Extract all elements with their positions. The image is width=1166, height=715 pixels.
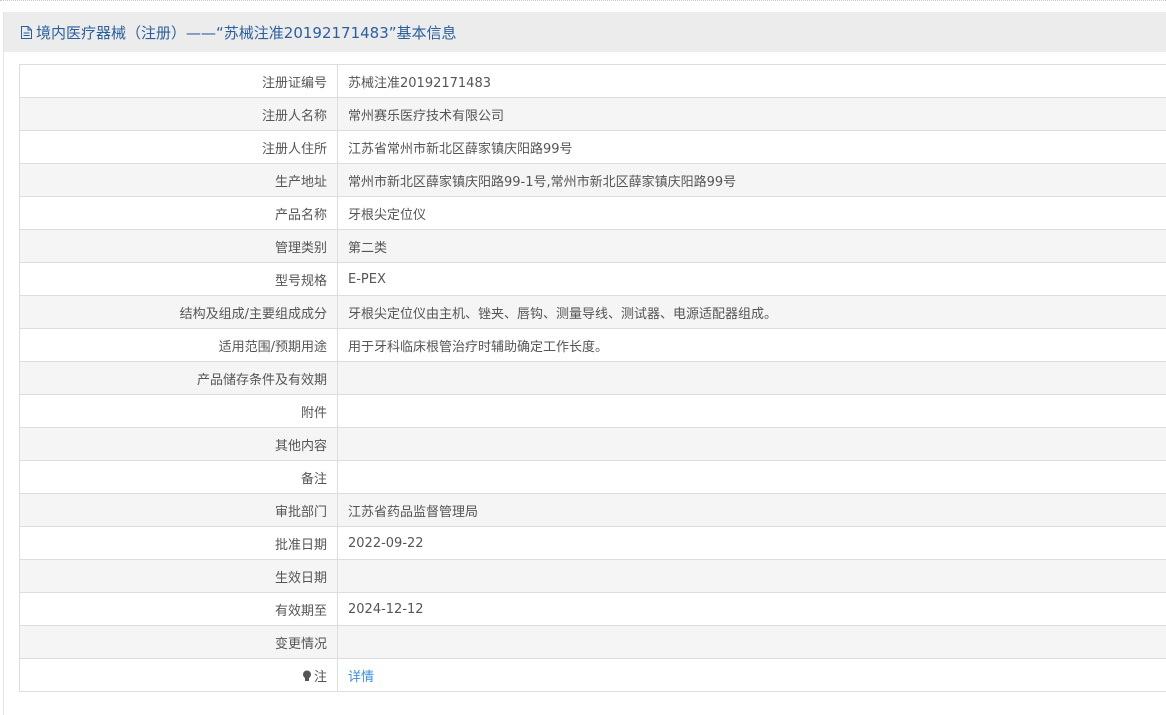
field-value: 常州市新北区薛家镇庆阳路99-1号,常州市新北区薛家镇庆阳路99号	[337, 163, 1166, 197]
details-link[interactable]: 详情	[348, 670, 374, 685]
field-value: 用于牙科临床根管治疗时辅助确定工作长度。	[337, 328, 1166, 362]
field-label: 批准日期	[19, 526, 338, 560]
field-value	[337, 361, 1166, 395]
table-row: 批准日期 2022-09-22	[19, 526, 1166, 560]
field-value: 牙根尖定位仪	[337, 196, 1166, 230]
field-value: 江苏省常州市新北区薛家镇庆阳路99号	[337, 130, 1166, 164]
field-label: 注册人住所	[19, 130, 338, 164]
note-label-cell: 注	[19, 658, 338, 692]
table-row: 产品名称 牙根尖定位仪	[19, 196, 1166, 230]
table-row: 注册人住所 江苏省常州市新北区薛家镇庆阳路99号	[19, 130, 1166, 164]
field-label: 注册人名称	[19, 97, 338, 131]
page-title-bar: 境内医疗器械（注册）——“苏械注准20192171483”基本信息	[4, 12, 1166, 52]
table-row: 审批部门 江苏省药品监督管理局	[19, 493, 1166, 527]
document-icon	[20, 25, 33, 40]
field-label: 其他内容	[19, 427, 338, 461]
field-label: 备注	[19, 460, 338, 494]
field-value: 第二类	[337, 229, 1166, 263]
note-row: 注 详情	[19, 658, 1166, 692]
table-row: 附件	[19, 394, 1166, 428]
left-border	[3, 12, 4, 715]
field-label: 有效期至	[19, 592, 338, 626]
top-dotted-divider	[0, 0, 1166, 2]
field-value	[337, 394, 1166, 428]
field-label: 附件	[19, 394, 338, 428]
table-row: 其他内容	[19, 427, 1166, 461]
note-value-cell: 详情	[337, 658, 1166, 692]
table-row: 备注	[19, 460, 1166, 494]
field-value: E-PEX	[337, 262, 1166, 296]
field-label: 审批部门	[19, 493, 338, 527]
field-label: 型号规格	[19, 262, 338, 296]
table-row: 注册证编号 苏械注准20192171483	[19, 64, 1166, 98]
field-label: 生效日期	[19, 559, 338, 593]
table-row: 适用范围/预期用途 用于牙科临床根管治疗时辅助确定工作长度。	[19, 328, 1166, 362]
field-label: 生产地址	[19, 163, 338, 197]
field-label: 管理类别	[19, 229, 338, 263]
field-label: 产品名称	[19, 196, 338, 230]
field-label: 产品储存条件及有效期	[19, 361, 338, 395]
page-title: 境内医疗器械（注册）——“苏械注准20192171483”基本信息	[36, 23, 457, 42]
field-value	[337, 460, 1166, 494]
field-value: 常州赛乐医疗技术有限公司	[337, 97, 1166, 131]
field-value: 江苏省药品监督管理局	[337, 493, 1166, 527]
field-value: 苏械注准20192171483	[337, 64, 1166, 98]
table-row: 有效期至 2024-12-12	[19, 592, 1166, 626]
lightbulb-icon	[302, 670, 312, 682]
table-row: 产品储存条件及有效期	[19, 361, 1166, 395]
field-label: 适用范围/预期用途	[19, 328, 338, 362]
table-row: 生效日期	[19, 559, 1166, 593]
field-value	[337, 427, 1166, 461]
table-row: 变更情况	[19, 625, 1166, 659]
table-row: 管理类别 第二类	[19, 229, 1166, 263]
field-value: 2022-09-22	[337, 526, 1166, 560]
table-row: 结构及组成/主要组成成分 牙根尖定位仪由主机、锉夹、唇钩、测量导线、测试器、电源…	[19, 295, 1166, 329]
field-value: 2024-12-12	[337, 592, 1166, 626]
info-table: 注册证编号 苏械注准20192171483 注册人名称 常州赛乐医疗技术有限公司…	[19, 64, 1166, 692]
field-value	[337, 625, 1166, 659]
field-label: 结构及组成/主要组成成分	[19, 295, 338, 329]
table-row: 注册人名称 常州赛乐医疗技术有限公司	[19, 97, 1166, 131]
field-label: 变更情况	[19, 625, 338, 659]
field-label: 注册证编号	[19, 64, 338, 98]
table-row: 型号规格 E-PEX	[19, 262, 1166, 296]
field-value: 牙根尖定位仪由主机、锉夹、唇钩、测量导线、测试器、电源适配器组成。	[337, 295, 1166, 329]
note-label: 注	[313, 669, 327, 685]
table-row: 生产地址 常州市新北区薛家镇庆阳路99-1号,常州市新北区薛家镇庆阳路99号	[19, 163, 1166, 197]
field-value	[337, 559, 1166, 593]
